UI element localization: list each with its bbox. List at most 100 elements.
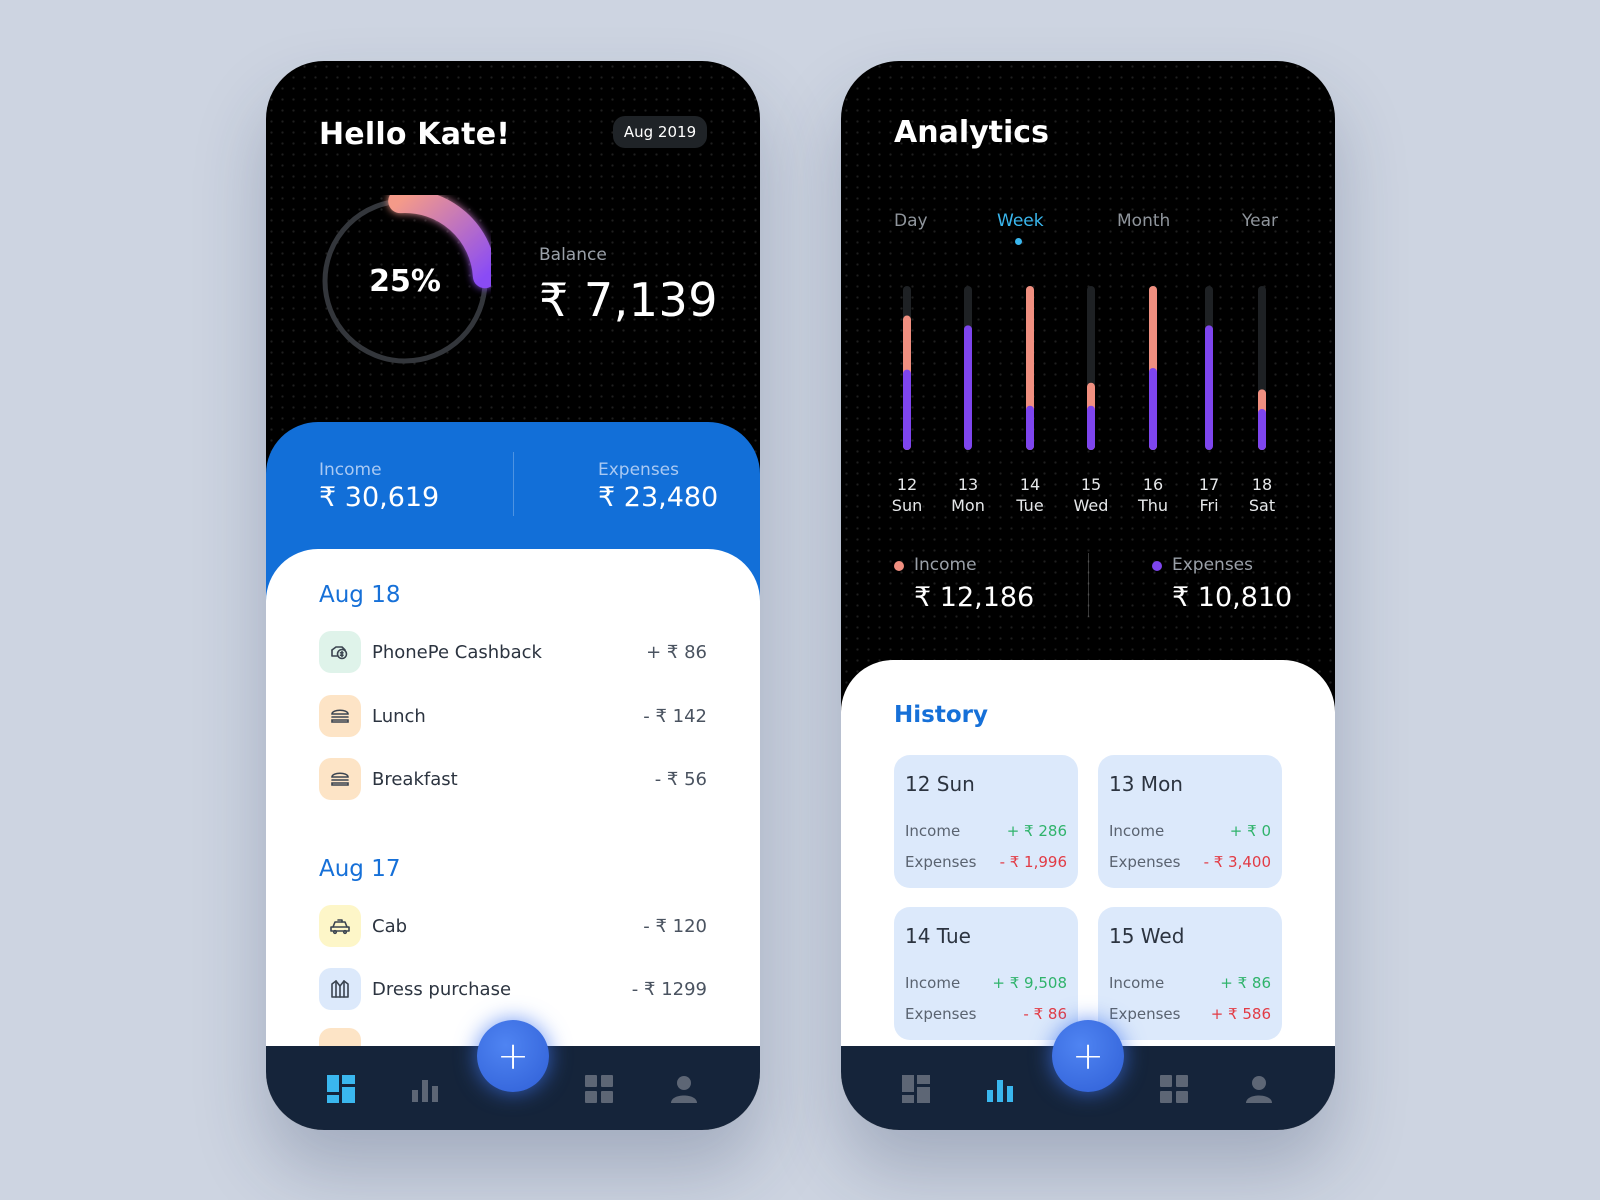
history-card[interactable]: 12 Sun Income + ₹ 286 Expenses - ₹ 1,996 (894, 755, 1078, 888)
tab-year[interactable]: Year (1242, 211, 1278, 231)
greeting-title: Hello Kate! (319, 117, 511, 152)
bar-day-name: Fri (1199, 496, 1219, 515)
bar-chart-plot (903, 286, 1266, 450)
bar-expenses (1087, 405, 1095, 450)
bar-day-number: 16 (1142, 475, 1164, 494)
bar-expenses (964, 325, 972, 450)
bar-expenses (1258, 409, 1266, 450)
grid-icon[interactable] (584, 1074, 614, 1104)
transaction-item[interactable]: Lunch - ₹ 142 (319, 694, 707, 738)
balance-value: ₹ 7,139 (539, 273, 719, 327)
bar-day-number: 12 (896, 475, 918, 494)
dashboard-icon[interactable] (901, 1074, 931, 1104)
bottom-nav: + (266, 1020, 760, 1130)
month-selector[interactable]: Aug 2019 (613, 116, 707, 148)
history-day: 14 Tue (905, 924, 971, 948)
bar-expenses (903, 369, 911, 450)
expenses-amount: - ₹ 86 (1023, 1005, 1067, 1023)
burger-icon (319, 758, 361, 800)
expenses-label: Expenses (905, 1005, 977, 1023)
bar-day-name: Mon (951, 496, 985, 515)
bar-expenses (1149, 368, 1157, 450)
chart-icon[interactable] (985, 1074, 1015, 1104)
transaction-name: Cab (372, 915, 408, 937)
income-legend-dot (894, 561, 904, 571)
cashback-icon (319, 631, 361, 673)
history-title: History (894, 702, 988, 728)
income-label: Income (905, 974, 961, 992)
expenses-amount: - ₹ 1,996 (999, 853, 1067, 871)
transaction-item[interactable]: Dress purchase - ₹ 1299 (319, 967, 707, 1011)
bottom-nav: + (841, 1020, 1335, 1130)
bar-day-number: 14 (1019, 475, 1041, 494)
history-day: 15 Wed (1109, 924, 1185, 948)
bar-day-name: Sun (891, 496, 923, 515)
expenses-label: Expenses (598, 460, 679, 480)
page-title: Analytics (894, 115, 1049, 150)
history-card[interactable]: 15 Wed Income + ₹ 86 Expenses + ₹ 586 (1098, 907, 1282, 1040)
transaction-item[interactable]: Cab - ₹ 120 (319, 904, 707, 948)
expenses-label: Expenses (1109, 1005, 1181, 1023)
income-label: Income (1109, 822, 1165, 840)
profile-icon[interactable] (1244, 1074, 1274, 1104)
income-amount: + ₹ 286 (1006, 822, 1067, 840)
profile-icon[interactable] (669, 1074, 699, 1104)
bar-day-label: 12 Sun (882, 474, 932, 516)
bar-day-label: 14 Tue (1005, 474, 1055, 516)
transaction-item[interactable]: PhonePe Cashback + ₹ 86 (319, 630, 707, 674)
income-label: Income (905, 822, 961, 840)
bar-day-label: 13 Mon (943, 474, 993, 516)
bar-day-label: 18 Sat (1237, 474, 1287, 516)
history-card[interactable]: 13 Mon Income + ₹ 0 Expenses - ₹ 3,400 (1098, 755, 1282, 888)
history-day: 13 Mon (1109, 772, 1183, 796)
date-header: Aug 18 (319, 582, 401, 608)
bar-day-number: 13 (957, 475, 979, 494)
expenses-amount: - ₹ 3,400 (1203, 853, 1271, 871)
card-divider (513, 452, 514, 516)
expenses-total: ₹ 10,810 (1172, 582, 1293, 613)
add-button[interactable]: + (477, 1020, 549, 1092)
income-label: Income (319, 460, 382, 480)
burger-icon (319, 695, 361, 737)
bar-day-name: Thu (1137, 496, 1169, 515)
history-card[interactable]: 14 Tue Income + ₹ 9,508 Expenses - ₹ 86 (894, 907, 1078, 1040)
transaction-amount: - ₹ 56 (654, 768, 707, 790)
grid-icon[interactable] (1159, 1074, 1189, 1104)
shirt-icon (319, 968, 361, 1010)
transaction-item[interactable]: Breakfast - ₹ 56 (319, 757, 707, 801)
bar-day-label: 15 Wed (1066, 474, 1116, 516)
bar-day-name: Wed (1073, 496, 1109, 515)
expenses-value: ₹ 23,480 (598, 482, 719, 513)
bar-day-label: 16 Thu (1128, 474, 1178, 516)
add-button[interactable]: + (1052, 1020, 1124, 1092)
bar-day-number: 18 (1251, 475, 1273, 494)
income-value: ₹ 30,619 (319, 482, 440, 513)
home-screen: Hello Kate! Aug 2019 25% Balance ₹ 7,139… (266, 61, 760, 1130)
income-total: ₹ 12,186 (914, 582, 1035, 613)
transaction-amount: - ₹ 120 (643, 915, 707, 937)
income-amount: + ₹ 0 (1229, 822, 1271, 840)
transaction-name: Breakfast (372, 768, 458, 790)
transaction-amount: - ₹ 1299 (631, 978, 707, 1000)
expenses-label: Expenses (905, 853, 977, 871)
history-day: 12 Sun (905, 772, 975, 796)
active-tab-indicator (1015, 238, 1022, 245)
dashboard-icon[interactable] (326, 1074, 356, 1104)
income-amount: + ₹ 86 (1220, 974, 1271, 992)
expenses-legend-dot (1152, 561, 1162, 571)
tab-day[interactable]: Day (894, 211, 928, 231)
weekly-bar-chart: 12 Sun 13 Mon 14 Tue 15 Wed 16 Thu 17 Fri 18 Sat (841, 286, 1335, 536)
expenses-label: Expenses (1109, 853, 1181, 871)
bar-day-number: 15 (1080, 475, 1102, 494)
transaction-amount: + ₹ 86 (646, 641, 707, 663)
chart-icon[interactable] (410, 1074, 440, 1104)
bar-expenses (1205, 325, 1213, 450)
legend-divider (1088, 553, 1089, 617)
bar-expenses (1026, 405, 1034, 450)
income-legend-label: Income (914, 555, 977, 575)
analytics-screen: Analytics Day Week Month Year 12 Sun 13 Mon… (841, 61, 1335, 1130)
tab-week[interactable]: Week (997, 211, 1044, 231)
tab-month[interactable]: Month (1117, 211, 1170, 231)
transaction-amount: - ₹ 142 (643, 705, 707, 727)
expenses-amount: + ₹ 586 (1210, 1005, 1271, 1023)
